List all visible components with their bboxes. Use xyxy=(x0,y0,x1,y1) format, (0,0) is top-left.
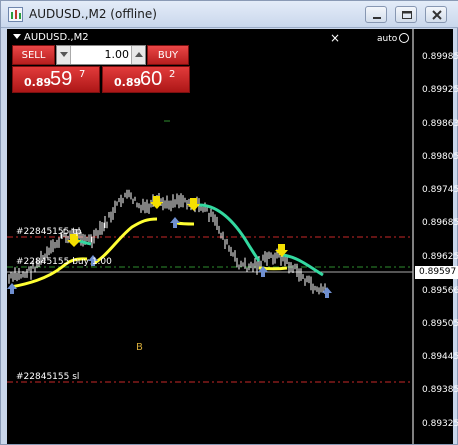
close-icon xyxy=(432,10,442,20)
buy-button[interactable]: BUY xyxy=(147,45,189,65)
buy-price-button[interactable]: 0.89 60 2 xyxy=(102,66,190,93)
one-click-trading-panel: SELL 1.00 BUY 0.89 59 7 0.89 60 2 xyxy=(12,45,190,95)
title-bar[interactable]: AUDUSD.,M2 (offline) xyxy=(1,1,458,28)
sell-price-point: 7 xyxy=(79,69,86,80)
price-axis-label: 0.89745 xyxy=(422,185,458,195)
chart-marker-b: B xyxy=(136,342,143,353)
price-axis-label: 0.89445 xyxy=(422,352,458,362)
price-axis-label: 0.89863 xyxy=(422,119,458,129)
chart-app-icon xyxy=(8,7,23,22)
yellow-trend-line-3 xyxy=(176,221,195,226)
smiley-icon xyxy=(399,33,410,43)
maximize-icon xyxy=(402,11,412,19)
arrow-up-icon xyxy=(170,217,180,228)
lot-size-value[interactable]: 1.00 xyxy=(73,48,130,61)
buy-order-label[interactable]: #22845155 buy 1.00 xyxy=(16,257,112,267)
sell-price-big: 0.89 xyxy=(24,76,52,89)
sell-price-button[interactable]: 0.89 59 7 xyxy=(12,66,100,93)
price-axis-label: 0.89325 xyxy=(422,419,458,429)
arrow-down-icon xyxy=(150,196,163,209)
price-axis-label: 0.89985 xyxy=(422,52,458,62)
close-button[interactable] xyxy=(425,6,447,23)
lot-size-stepper[interactable]: 1.00 xyxy=(56,45,146,65)
green-trend-line-2 xyxy=(198,203,261,262)
buy-price-pips: 60 xyxy=(140,68,163,90)
lot-decrease-icon[interactable] xyxy=(57,46,71,64)
candles-group xyxy=(8,189,326,295)
price-axis-label: 0.89505 xyxy=(422,319,458,329)
maximize-button[interactable] xyxy=(395,6,417,23)
price-axis-label: 0.89566 xyxy=(422,286,458,296)
sell-button[interactable]: SELL xyxy=(12,45,55,65)
chevron-down-icon xyxy=(13,34,21,39)
minimize-button[interactable] xyxy=(365,6,387,23)
price-axis-label: 0.89685 xyxy=(422,218,458,228)
price-axis-label: 0.89925 xyxy=(422,85,458,95)
current-price-label: 0.89597 xyxy=(415,266,458,279)
sell-price-pips: 59 xyxy=(50,68,73,90)
buy-price-big: 0.89 xyxy=(114,76,142,89)
auto-trading-indicator[interactable]: auto xyxy=(377,33,410,44)
auto-label: auto xyxy=(377,34,398,44)
minimize-icon xyxy=(373,17,381,19)
lot-increase-icon[interactable] xyxy=(131,46,145,64)
price-axis-label: 0.89625 xyxy=(422,252,458,262)
symbol-name: AUDUSD.,M2 xyxy=(24,32,89,43)
window-title: AUDUSD.,M2 (offline) xyxy=(29,7,157,21)
tp-order-label[interactable]: #22845155 tp xyxy=(16,227,81,237)
buy-price-point: 2 xyxy=(169,69,176,80)
chart-window: AUDUSD.,M2 (offline) AUDUSD.,M2 × auto S… xyxy=(0,0,458,445)
sl-order-label[interactable]: #22845155 sl xyxy=(16,372,79,382)
price-axis-label: 0.89385 xyxy=(422,385,458,395)
symbol-dropdown[interactable]: AUDUSD.,M2 xyxy=(13,32,89,43)
close-panel-icon[interactable]: × xyxy=(330,31,340,45)
price-axis-label: 0.89805 xyxy=(422,152,458,162)
